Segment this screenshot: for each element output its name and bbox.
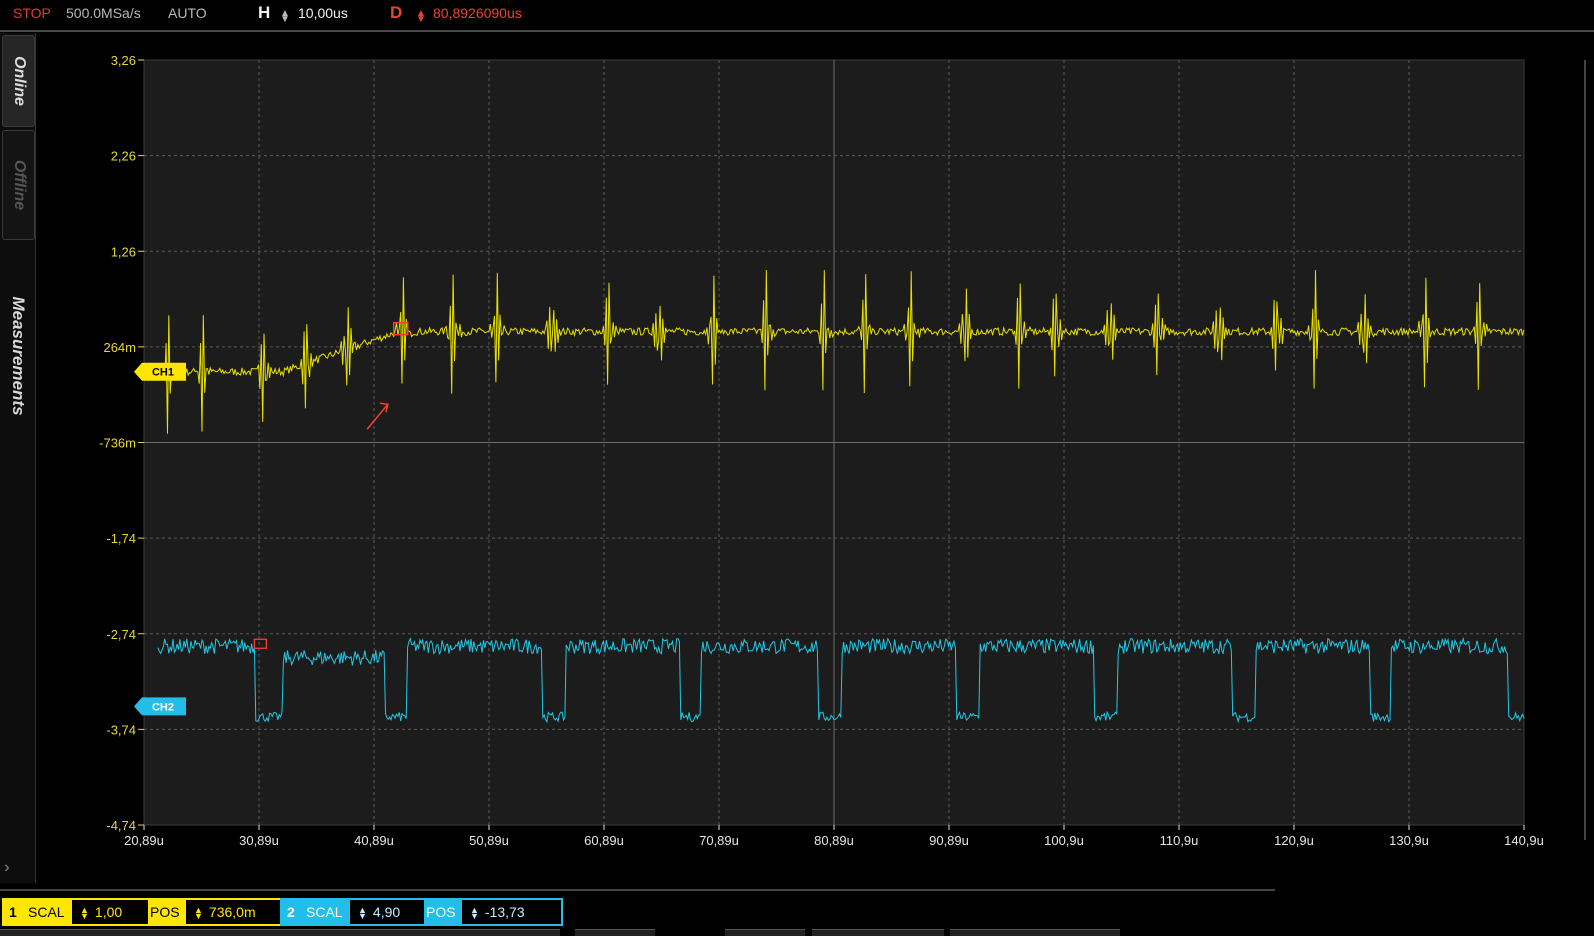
x-tick-label: 20,89u bbox=[124, 833, 164, 848]
ch1-scal-value: 1,00 bbox=[94, 904, 123, 920]
delay-value[interactable]: 80,8926090us bbox=[433, 5, 522, 21]
ch1-scal-field[interactable]: ▲ ▼ 1,00 bbox=[72, 900, 148, 924]
run-status[interactable]: STOP bbox=[13, 5, 51, 21]
x-tick-label: 40,89u bbox=[354, 833, 394, 848]
ch2-pos-updown-icon[interactable]: ▲ ▼ bbox=[470, 906, 479, 921]
x-tick-label: 110,9u bbox=[1160, 833, 1199, 848]
ch1-pos-field[interactable]: ▲ ▼ 736,0m bbox=[186, 900, 280, 924]
x-tick-label: 70,89u bbox=[699, 833, 739, 848]
x-tick-label: 50,89u bbox=[469, 833, 509, 848]
status-bar: STOP 500.0MSa/s AUTO H ▲ ▼ 10,00us D ▲ ▼ 8… bbox=[0, 0, 1594, 32]
tab-offline[interactable]: Offline bbox=[2, 130, 35, 240]
tab-offline-label: Offline bbox=[10, 159, 28, 211]
right-scroll-strip[interactable] bbox=[1584, 60, 1594, 840]
ch1-pos-label: POS bbox=[150, 904, 180, 920]
ch2-scal-label: SCAL bbox=[306, 904, 343, 920]
y-tick-label: -736m bbox=[99, 436, 136, 451]
y-tick-label: 3,26 bbox=[111, 53, 136, 68]
x-tick-label: 30,89u bbox=[239, 833, 279, 848]
ch2-pos-label: POS bbox=[426, 904, 456, 920]
ch1-scal-label: SCAL bbox=[28, 904, 65, 920]
y-tick-label: -2,74 bbox=[106, 627, 136, 642]
ch2-control-box[interactable]: 2 SCAL ▲ ▼ 4,90 POS ▲ ▼ -13,73 bbox=[280, 898, 563, 926]
waveform-plot[interactable]: 3,26 2,26 1,26 264m -736m -1,74 -2,74 -3,74 -4,7… bbox=[36, 33, 1594, 883]
sample-rate: 500.0MSa/s bbox=[66, 5, 141, 21]
tab-online[interactable]: Online bbox=[2, 35, 35, 127]
x-tick-label: 120,9u bbox=[1274, 833, 1314, 848]
sidebar: Online Offline Measurements ›› bbox=[0, 33, 36, 883]
ch1-control-box[interactable]: 1 SCAL ▲ ▼ 1,00 POS ▲ ▼ 736,0m bbox=[2, 898, 282, 926]
ch2-scal-field[interactable]: ▲ ▼ 4,90 bbox=[350, 900, 424, 924]
divider bbox=[0, 889, 1275, 891]
x-tick-label: 80,89u bbox=[814, 833, 854, 848]
ch1-number: 1 bbox=[9, 904, 17, 920]
y-tick-label: 264m bbox=[103, 340, 136, 355]
ch2-number: 2 bbox=[287, 904, 295, 920]
x-tick-label: 60,89u bbox=[584, 833, 624, 848]
ch2-marker-label: CH2 bbox=[152, 701, 174, 713]
scope-display[interactable]: 3,26 2,26 1,26 264m -736m -1,74 -2,74 -3,74 -4,7… bbox=[36, 33, 1594, 883]
expand-panel-icon[interactable]: ›› bbox=[4, 859, 8, 877]
y-tick-label: 2,26 bbox=[111, 149, 136, 164]
tab-measurements-label: Measurements bbox=[8, 296, 28, 416]
tab-online-label: Online bbox=[10, 56, 28, 106]
ch2-scal-value: 4,90 bbox=[372, 904, 401, 920]
channel-controls: 1 SCAL ▲ ▼ 1,00 POS ▲ ▼ 736,0m 2 SCAL ▲ ▼ 4,90… bbox=[0, 883, 1594, 936]
x-tick-label: 130,9u bbox=[1389, 833, 1429, 848]
x-tick-label: 90,89u bbox=[929, 833, 969, 848]
trigger-mode[interactable]: AUTO bbox=[168, 5, 207, 21]
horizontal-label: H bbox=[258, 3, 271, 22]
ch1-scal-updown-icon[interactable]: ▲ ▼ bbox=[80, 906, 89, 921]
x-tick-label: 140,9u bbox=[1504, 833, 1544, 848]
y-tick-label: 1,26 bbox=[111, 244, 136, 259]
y-tick-label: -4,74 bbox=[106, 818, 136, 833]
ch2-pos-value: -13,73 bbox=[484, 904, 525, 920]
ch1-marker-label: CH1 bbox=[152, 367, 174, 379]
ch2-scal-updown-icon[interactable]: ▲ ▼ bbox=[358, 906, 367, 921]
delay-label: D bbox=[390, 3, 403, 22]
x-tick-label: 100,9u bbox=[1044, 833, 1084, 848]
ch2-pos-field[interactable]: ▲ ▼ -13,73 bbox=[462, 900, 561, 924]
y-tick-label: -3,74 bbox=[106, 722, 136, 737]
ch1-pos-value: 736,0m bbox=[208, 904, 256, 920]
tab-measurements[interactable]: Measurements bbox=[2, 271, 33, 441]
ch1-pos-updown-icon[interactable]: ▲ ▼ bbox=[194, 906, 203, 921]
horizontal-scale-value[interactable]: 10,00us bbox=[298, 5, 348, 21]
y-tick-label: -1,74 bbox=[106, 531, 136, 546]
